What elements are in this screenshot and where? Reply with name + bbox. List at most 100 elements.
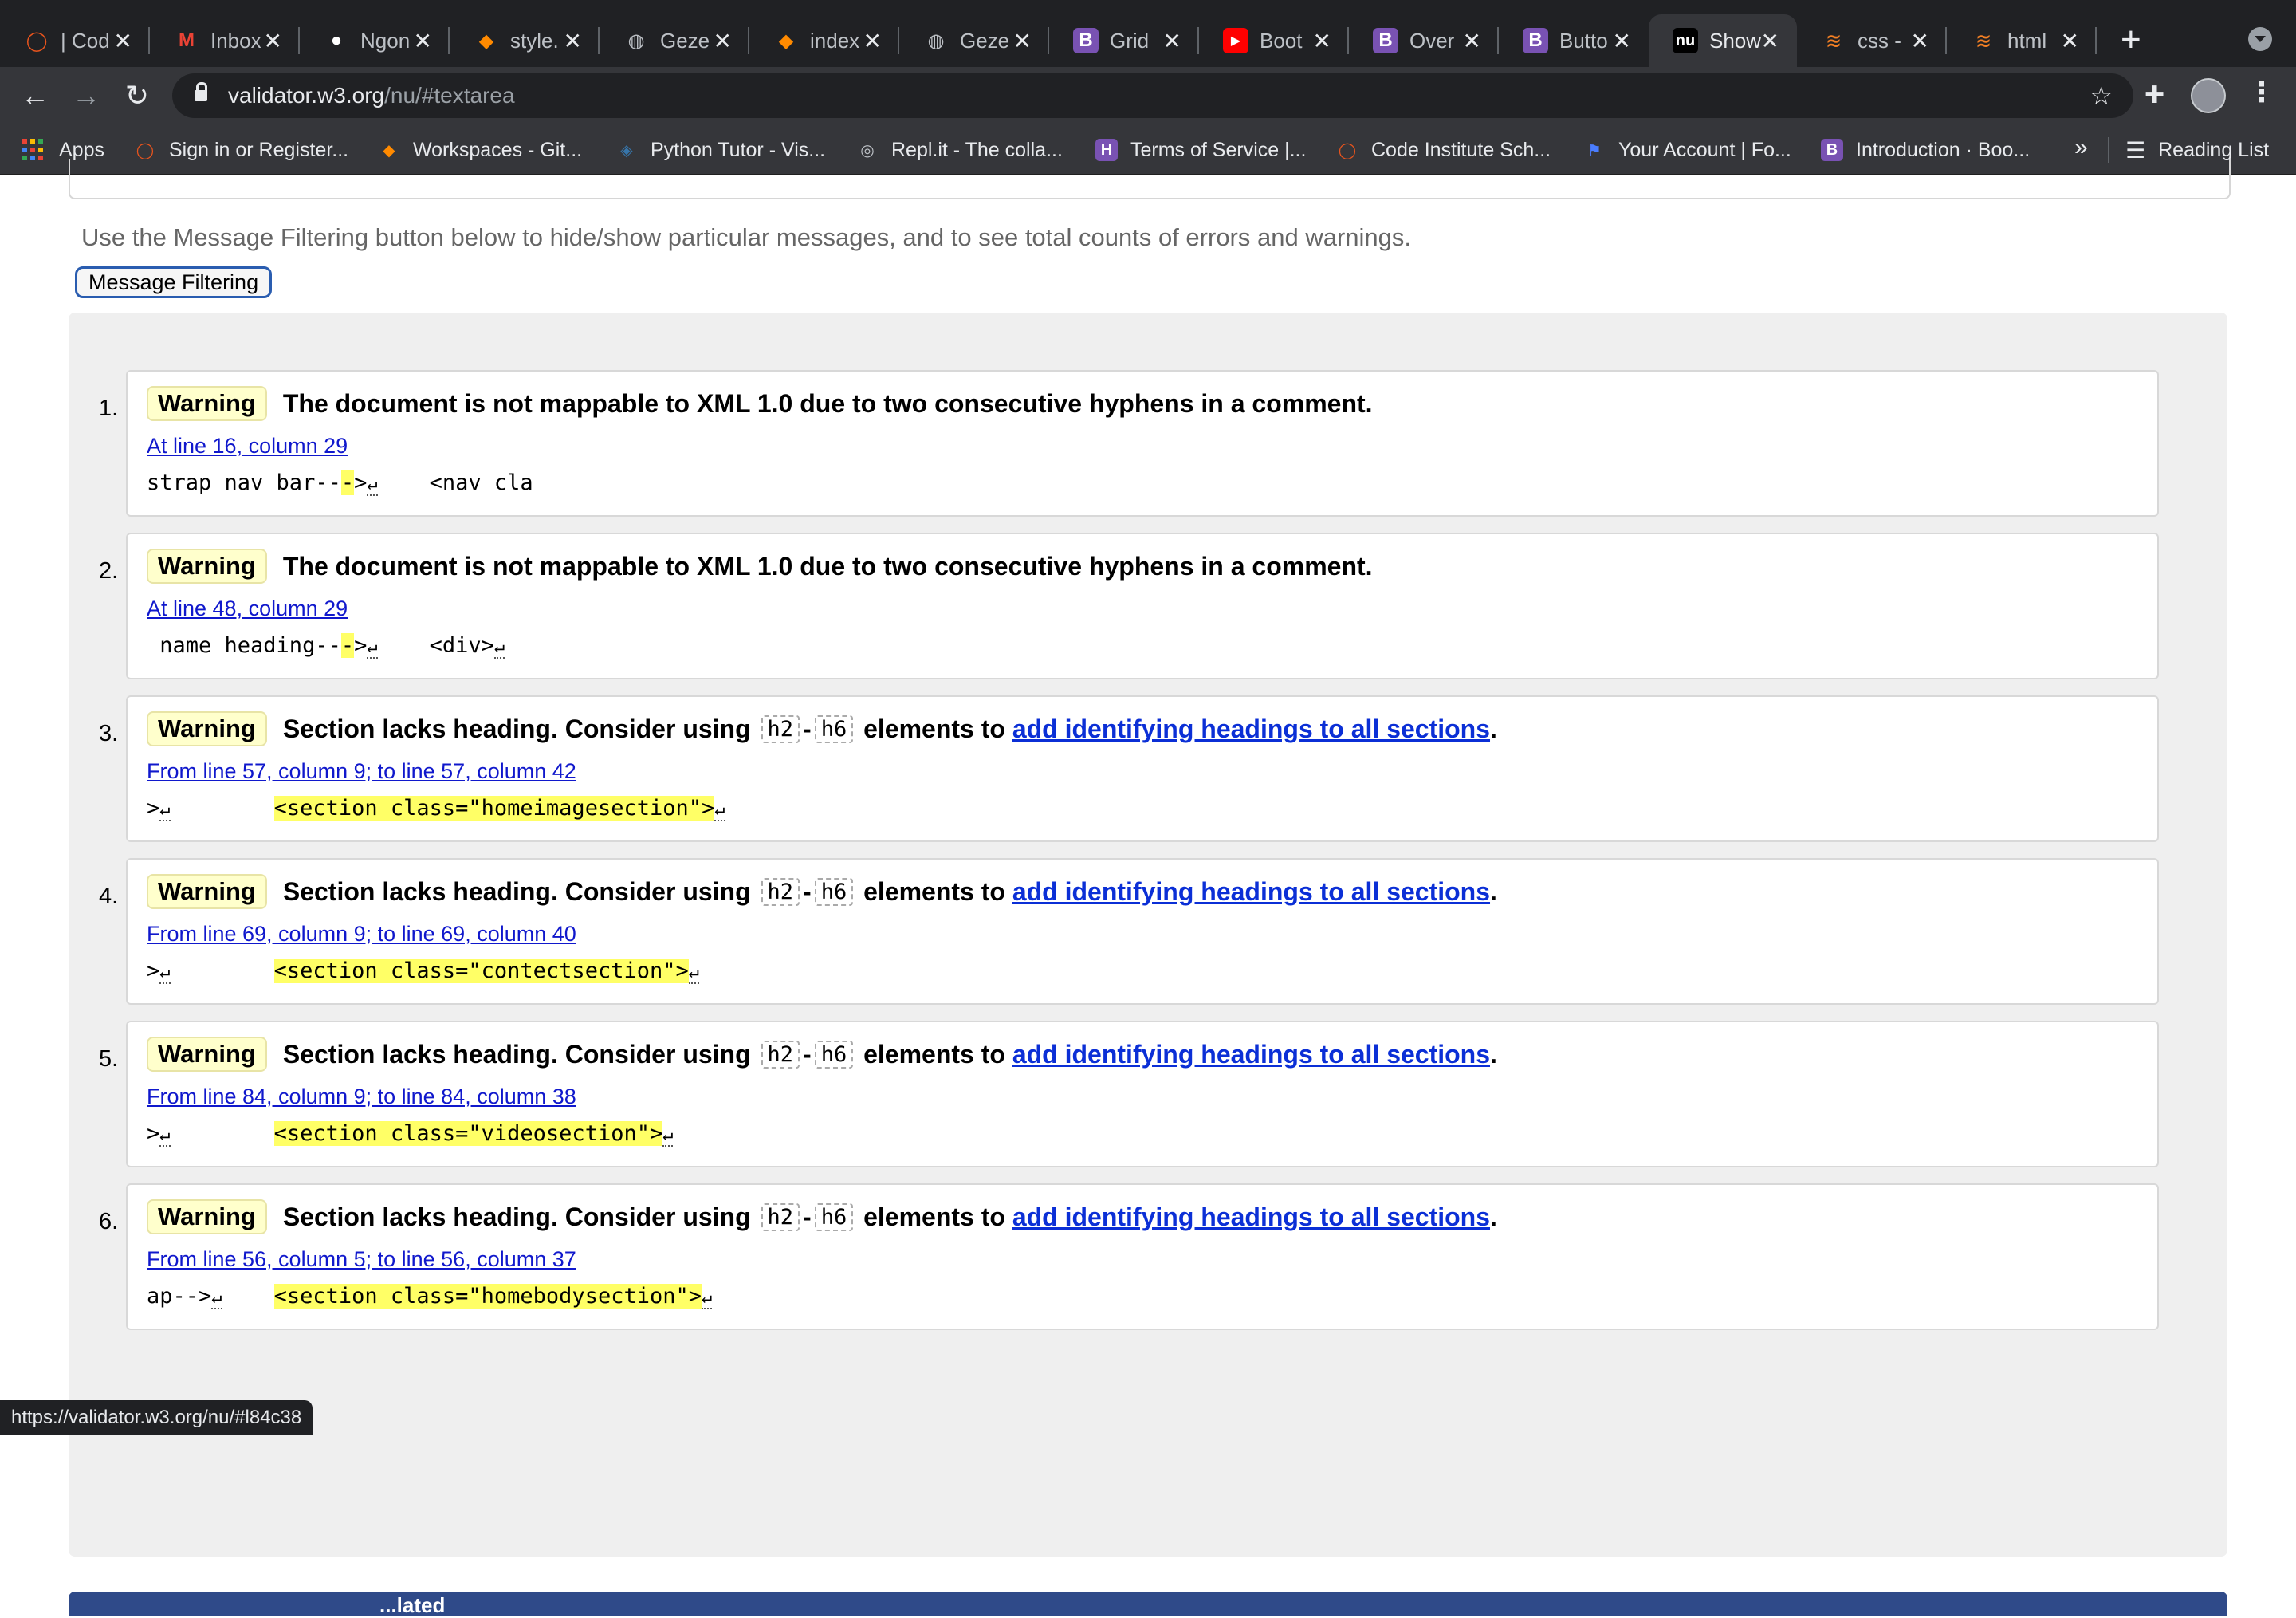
tab-7[interactable]: ◍ Geze ✕ (899, 14, 1049, 67)
tab-13[interactable]: ≋ css - ✕ (1797, 14, 1947, 67)
message-number: 6. (99, 1209, 119, 1234)
bootstrap-icon: B (1821, 139, 1843, 161)
tab-close-icon[interactable]: ✕ (564, 28, 582, 54)
extensions-puzzle-icon[interactable]: ✚ (2145, 81, 2173, 110)
tab-1[interactable]: ◯ | Cod ✕ (0, 14, 150, 67)
code-institute-icon: ◯ (136, 141, 155, 159)
tab-close-icon[interactable]: ✕ (1163, 28, 1181, 54)
heroku-icon: H (1095, 139, 1118, 161)
warning-message: 3. Warning Section lacks heading. Consider… (99, 695, 2159, 842)
tab-5[interactable]: ◍ Geze ✕ (600, 14, 749, 67)
extract-gap (222, 1284, 274, 1309)
message-heading: Warning Section lacks heading. Consider u… (147, 1037, 1497, 1072)
tab-close-icon[interactable]: ✕ (414, 28, 432, 54)
tab-close-icon[interactable]: ✕ (1613, 28, 1631, 54)
message-text: Section lacks heading. Consider using (282, 1202, 758, 1231)
headings-help-link[interactable]: add identifying headings to all sections (1012, 1203, 1490, 1232)
extract-pre: name heading-- (147, 633, 341, 658)
tab-9[interactable]: ▶ Boot ✕ (1199, 14, 1349, 67)
bookmarks-overflow-button[interactable]: » (2074, 134, 2088, 161)
tab-close-icon[interactable]: ✕ (2061, 28, 2079, 54)
tab-8[interactable]: B Grid ✕ (1049, 14, 1199, 67)
code-h6: h6 (814, 877, 854, 906)
headings-help-link[interactable]: add identifying headings to all sections (1012, 1040, 1490, 1069)
bookmark-star-icon[interactable]: ☆ (2090, 81, 2113, 111)
tab-close-icon[interactable]: ✕ (1911, 28, 1929, 54)
new-tab-button[interactable]: + (2121, 19, 2141, 61)
extract-post: > (354, 633, 368, 658)
bookmark-label: Terms of Service |... (1130, 138, 1307, 161)
extract-gap (171, 796, 274, 821)
tab-close-icon[interactable]: ✕ (1013, 28, 1032, 54)
gmail-icon: M (179, 30, 195, 51)
tab-4[interactable]: ◆ style. ✕ (450, 14, 600, 67)
code-extract: >↵ <section class="videosection">↵ (147, 1121, 674, 1147)
location-link[interactable]: From line 56, column 5; to line 56, colu… (147, 1247, 576, 1272)
tab-title: index (810, 28, 860, 53)
warning-message: 1. Warning The document is not mappable to… (99, 370, 2159, 517)
message-filtering-button[interactable]: Message Filtering (75, 266, 273, 298)
tab-close-icon[interactable]: ✕ (863, 28, 882, 54)
tab-close-icon[interactable]: ✕ (714, 28, 732, 54)
tab-close-icon[interactable]: ✕ (1463, 28, 1481, 54)
status-bar-url: https://validator.w3.org/nu/#l84c38 (0, 1400, 313, 1435)
browser-toolbar: ← → ↻ validator.w3.org/nu/#textarea ☆ ✚ … (0, 67, 2296, 124)
tab-title: Butto (1559, 28, 1608, 53)
url-text[interactable]: validator.w3.org/nu/#textarea (228, 83, 515, 108)
code-institute-icon: ◯ (1338, 141, 1357, 159)
tab-14[interactable]: ≋ html ✕ (1947, 14, 2097, 67)
tab-close-icon[interactable]: ✕ (1761, 28, 1779, 54)
extract-pre: > (147, 796, 160, 821)
bookmark-label: Workspaces - Git... (413, 138, 583, 161)
extract-highlight: <section class="homeimagesection"> (273, 796, 715, 821)
message-number: 3. (99, 721, 119, 746)
code-h6: h6 (814, 715, 854, 743)
back-button[interactable]: ← (16, 77, 54, 115)
location-link[interactable]: From line 84, column 9; to line 84, colu… (147, 1085, 576, 1109)
bookmark-label: Repl.it - The colla... (891, 138, 1063, 161)
location-link[interactable]: At line 16, column 29 (147, 434, 348, 459)
nu-validator-icon: nu (1673, 28, 1698, 53)
extract-pre: > (147, 1121, 160, 1146)
tab-12[interactable]: nu Show ✕ (1649, 14, 1797, 67)
tab-separator (2095, 27, 2097, 54)
bookmark-label: Your Account | Fo... (1618, 138, 1791, 161)
tab-close-icon[interactable]: ✕ (1313, 28, 1331, 54)
tab-3[interactable]: ● Ngon ✕ (300, 14, 450, 67)
location-link[interactable]: From line 57, column 9; to line 57, colu… (147, 759, 576, 784)
code-h6: h6 (814, 1040, 854, 1069)
code-h2: h2 (761, 1040, 800, 1069)
stackoverflow-icon: ≋ (1825, 30, 1842, 52)
tab-10[interactable]: B Over ✕ (1349, 14, 1499, 67)
message-text-b: elements to (856, 714, 1012, 743)
tab-title: Geze (660, 28, 710, 53)
reload-button[interactable]: ↻ (118, 77, 156, 115)
location-link[interactable]: From line 69, column 9; to line 69, colu… (147, 922, 576, 947)
headings-help-link[interactable]: add identifying headings to all sections (1012, 877, 1490, 907)
extract-highlight: - (340, 470, 355, 495)
tab-search-button[interactable] (2248, 27, 2272, 51)
browser-menu-icon[interactable]: ⋮ (2248, 77, 2275, 108)
lock-icon[interactable] (195, 82, 207, 101)
url-path: /nu/#textarea (384, 83, 515, 108)
headings-help-link[interactable]: add identifying headings to all sections (1012, 715, 1490, 744)
tab-close-icon[interactable]: ✕ (264, 28, 282, 54)
tab-11[interactable]: B Butto ✕ (1499, 14, 1649, 67)
range-dash: - (803, 876, 812, 906)
message-heading: Warning Section lacks heading. Consider u… (147, 1199, 1497, 1234)
location-link[interactable]: At line 48, column 29 (147, 596, 348, 621)
tab-2[interactable]: M Inbox ✕ (150, 14, 300, 67)
warning-message: 5. Warning Section lacks heading. Consider… (99, 1021, 2159, 1167)
message-heading: Warning Section lacks heading. Consider u… (147, 874, 1497, 909)
tab-close-icon[interactable]: ✕ (114, 28, 132, 54)
profile-avatar[interactable] (2191, 78, 2226, 113)
tab-strip: ◯ | Cod ✕ M Inbox ✕ ● Ngon ✕ ◆ style. ✕ ◍ Geze ✕ ◆ index… (0, 0, 2296, 67)
bookmark-label: Introduction · Boo... (1856, 138, 2031, 161)
forward-button[interactable]: → (67, 77, 105, 115)
line-break-icon: ↵ (702, 1288, 713, 1309)
bottom-section-heading: ...lated (69, 1592, 2227, 1617)
address-bar[interactable]: validator.w3.org/nu/#textarea ☆ (172, 73, 2133, 118)
extract-gap (171, 959, 274, 983)
python-icon: ◈ (620, 141, 633, 159)
tab-6[interactable]: ◆ index ✕ (749, 14, 899, 67)
